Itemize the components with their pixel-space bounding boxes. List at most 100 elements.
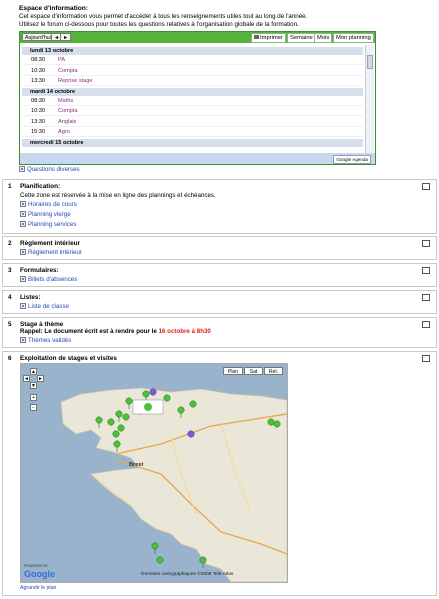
calendar-event[interactable]: 15:30 Agro: [22, 128, 363, 137]
link-label[interactable]: Planning services: [28, 221, 77, 228]
collapse-toggle[interactable]: [422, 355, 430, 362]
calendar-toolbar: Aujourd'hui ◄ ► Imprimer Semaine Mois Mo…: [20, 32, 375, 43]
link-label[interactable]: Thèmes validés: [28, 337, 71, 344]
calendar-scrollbar[interactable]: [365, 45, 374, 153]
section-number: 6: [8, 355, 12, 362]
event-title[interactable]: Compta: [58, 107, 78, 116]
enlarge-map-link[interactable]: Agrandir le plan: [20, 585, 56, 591]
calendar-event[interactable]: 10:30 Compta: [22, 107, 363, 116]
link-planning-vierge[interactable]: Planning vierge: [20, 211, 71, 218]
event-title[interactable]: Maths: [58, 97, 73, 106]
map-type-relief[interactable]: Rel.: [264, 367, 283, 375]
scrollbar-thumb[interactable]: [367, 55, 373, 69]
printer-icon: [254, 35, 259, 39]
document-icon: [20, 211, 26, 217]
tab-mois[interactable]: Mois: [314, 33, 333, 43]
section-title: Formulaires:: [20, 267, 59, 274]
section-stage-theme: 5 Stage à thème Rappel: Le document écri…: [2, 317, 437, 348]
event-title[interactable]: Anglais: [58, 118, 76, 127]
next-week-button[interactable]: ►: [60, 33, 72, 41]
document-icon: [20, 221, 26, 227]
collapse-toggle[interactable]: [422, 240, 430, 247]
event-time: 10:30: [31, 108, 45, 114]
today-button[interactable]: Aujourd'hui: [22, 33, 54, 41]
forum-link[interactable]: Questions diverses: [27, 166, 80, 173]
powered-by-label: POWERED BY: [24, 564, 49, 568]
google-logo[interactable]: Google: [24, 569, 55, 579]
info-line-2: Utilisez le forum ci-dessous pour toutes…: [19, 21, 299, 28]
collapse-toggle[interactable]: [422, 294, 430, 301]
event-title[interactable]: Agro: [58, 128, 70, 137]
collapse-toggle[interactable]: [422, 267, 430, 274]
forum-link-row[interactable]: Questions diverses: [19, 166, 80, 173]
pan-left-icon[interactable]: ◄: [23, 375, 30, 382]
link-planning-services[interactable]: Planning services: [20, 221, 77, 228]
section-title: Planification:: [20, 183, 61, 190]
link-reglement[interactable]: Règlement intérieur: [20, 249, 82, 256]
event-title[interactable]: Reprise stage: [58, 77, 93, 86]
collapse-toggle[interactable]: [422, 321, 430, 328]
link-billets[interactable]: Billets d'absences: [20, 276, 77, 283]
event-title[interactable]: Compta: [58, 67, 78, 76]
link-label[interactable]: Planning vierge: [28, 211, 71, 218]
link-label[interactable]: Règlement intérieur: [28, 249, 82, 256]
map-copyright: Données cartographiques ©2008 Tele Atlas: [141, 572, 234, 577]
section-number: 4: [8, 294, 12, 301]
collapse-toggle[interactable]: [422, 183, 430, 190]
rappel-text: Rappel: Le document écrit est à rendre p…: [20, 328, 211, 335]
city-label-brest: Brest: [129, 462, 144, 468]
link-label[interactable]: Liste de classe: [28, 303, 69, 310]
section-number: 2: [8, 240, 12, 247]
map-type-sat[interactable]: Sat: [244, 367, 263, 375]
tab-semaine[interactable]: Semaine: [287, 33, 316, 43]
event-title[interactable]: PA: [58, 56, 65, 65]
document-icon: [20, 201, 26, 207]
pan-right-icon[interactable]: ►: [37, 375, 44, 382]
calendar-day-header: mardi 14 octobre: [22, 87, 363, 96]
rappel-date: 16 octobre à 8h30: [158, 328, 211, 335]
zoom-in-icon[interactable]: +: [30, 394, 37, 401]
calendar-event[interactable]: 08:30 PA: [22, 56, 363, 65]
event-time: 15:30: [31, 129, 45, 135]
map-type-plan[interactable]: Plan: [223, 367, 243, 375]
print-button[interactable]: Imprimer: [251, 33, 286, 43]
event-time: 13:30: [31, 118, 45, 125]
forum-icon: [19, 166, 25, 172]
section-reglement: 2 Règlement intérieur Règlement intérieu…: [2, 236, 437, 260]
section-number: 3: [8, 267, 12, 274]
section-formulaires: 3 Formulaires: Billets d'absences: [2, 263, 437, 287]
section-title: Stage à thème: [20, 321, 64, 328]
link-liste-classe[interactable]: Liste de classe: [20, 303, 69, 310]
print-label: Imprimer: [260, 35, 283, 41]
link-themes[interactable]: Thèmes validés: [20, 337, 71, 344]
link-horaires[interactable]: Horaires de cours: [20, 201, 77, 208]
google-agenda-badge[interactable]: Google Agenda: [333, 155, 371, 164]
section-description: Cette zone est réservée à la mise en lig…: [20, 192, 216, 199]
info-title: Espace d'information:: [19, 5, 88, 12]
calendar-day-header: lundi 13 octobre: [22, 47, 363, 55]
map-canvas[interactable]: [21, 364, 287, 582]
section-listes: 4 Listes: Liste de classe: [2, 290, 437, 314]
calendar-event[interactable]: 10:30 Compta: [22, 67, 363, 76]
pan-down-icon[interactable]: ▼: [30, 382, 37, 389]
zoom-out-icon[interactable]: −: [30, 404, 37, 411]
calendar-event[interactable]: 13:30 Anglais: [22, 118, 363, 127]
document-icon: [20, 276, 26, 282]
document-icon: [20, 303, 26, 309]
link-label[interactable]: Billets d'absences: [28, 276, 77, 283]
section-title: Exploitation de stages et visites: [20, 355, 117, 362]
calendar-footer: Google Agenda: [20, 153, 375, 164]
google-map[interactable]: Plan Sat Rel. ▲ ◄ ► ▼ + − Brest POWERED …: [20, 363, 288, 583]
section-number: 1: [8, 183, 12, 190]
calendar-day-header: mercredi 15 octobre: [22, 138, 363, 147]
event-time: 08:30: [31, 97, 45, 104]
section-planification: 1 Planification: Cette zone est réservée…: [2, 179, 437, 234]
tab-mon-planning[interactable]: Mon planning: [333, 33, 374, 43]
info-line-1: Cet espace d'information vous permet d'a…: [19, 13, 308, 20]
event-time: 10:30: [31, 67, 45, 74]
pan-up-icon[interactable]: ▲: [30, 368, 37, 375]
calendar-event[interactable]: 08:30 Maths: [22, 97, 363, 106]
calendar-event[interactable]: 13:30 Reprise stage: [22, 77, 363, 86]
link-label[interactable]: Horaires de cours: [28, 201, 77, 208]
document-icon: [20, 249, 26, 255]
